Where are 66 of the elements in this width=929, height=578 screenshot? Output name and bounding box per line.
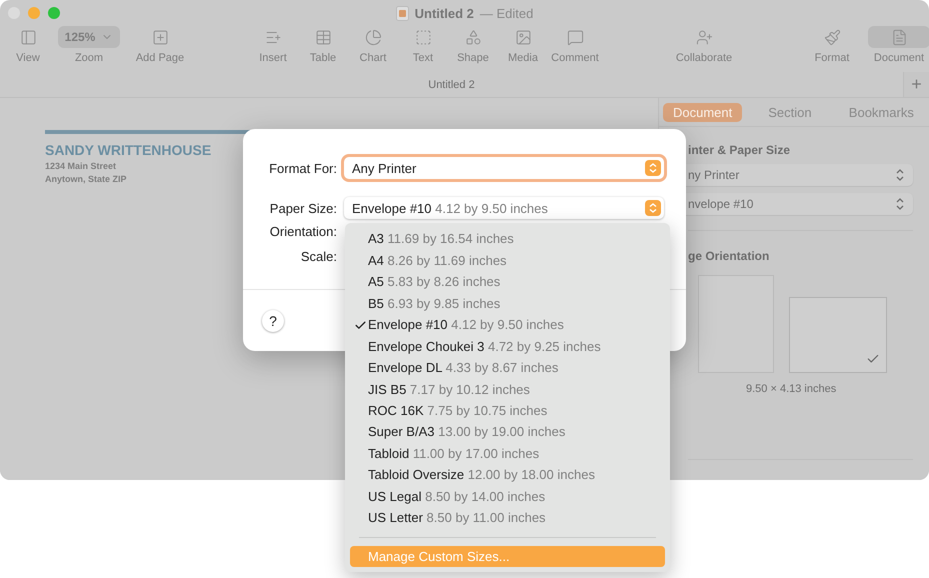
comment-icon — [566, 28, 584, 46]
menu-item[interactable]: Tabloid Oversize 12.00 by 18.00 inches — [350, 464, 665, 486]
menu-item[interactable]: Tabloid 11.00 by 17.00 inches — [350, 442, 665, 464]
address-line: 1234 Main Street — [45, 161, 116, 171]
stepper-icon — [895, 168, 905, 182]
toolbar-button[interactable]: Collaborate — [669, 26, 739, 64]
menu-item[interactable]: Envelope Choukei 3 4.72 by 9.25 inches — [350, 335, 665, 357]
sidebar-tab[interactable]: Bookmarks — [838, 103, 925, 122]
menu-item[interactable]: A4 8.26 by 11.69 inches — [350, 249, 665, 271]
landscape-option[interactable] — [789, 297, 887, 373]
format-for-select[interactable]: Any Printer — [344, 157, 664, 179]
menu-item[interactable]: Super B/A3 13.00 by 19.00 inches — [350, 421, 665, 443]
window-title: Untitled 2 — [414, 6, 474, 20]
file-tab[interactable]: Untitled 2 — [0, 72, 903, 97]
stepper-icon — [895, 197, 905, 211]
image-icon — [514, 28, 532, 46]
menu-item[interactable]: US Legal 8.50 by 14.00 inches — [350, 486, 665, 508]
toolbar-button[interactable]: Insert — [249, 26, 297, 64]
text-box-icon — [414, 28, 432, 46]
sidebar-icon — [20, 28, 36, 46]
menu-item[interactable]: B5 6.93 by 9.85 inches — [350, 292, 665, 314]
document-icon — [890, 28, 908, 46]
toolbar-button[interactable]: Chart — [349, 26, 397, 64]
sidebar-tab[interactable]: Document — [663, 103, 742, 122]
menu-item[interactable]: ROC 16K 7.75 by 10.75 inches — [350, 400, 665, 422]
sender-name: SANDY WRITTENHOUSE — [45, 142, 212, 158]
toolbar-button[interactable]: Format — [808, 26, 856, 64]
field-label: Paper Size: — [270, 200, 337, 216]
toolbar-button[interactable]: Media — [499, 26, 547, 64]
toolbar-button[interactable]: Text — [399, 26, 447, 64]
menu-item[interactable]: A3 11.69 by 16.54 inches — [350, 228, 665, 250]
plus-square-icon — [152, 28, 168, 46]
add-tab-button[interactable]: + — [903, 72, 929, 97]
zoom-icon[interactable] — [48, 7, 60, 19]
field-label: Scale: — [300, 249, 337, 264]
menu-item[interactable]: Envelope #10 4.12 by 9.50 inches — [350, 314, 665, 336]
menu-item[interactable]: Manage Custom Sizes... — [350, 546, 665, 567]
toolbar-button[interactable]: View — [8, 26, 48, 64]
section-heading: inter & Paper Size — [688, 143, 792, 157]
menu-item[interactable]: Envelope DL 4.33 by 8.67 inches — [350, 356, 665, 378]
sidebar-tab[interactable]: Section — [746, 103, 834, 122]
menu-item[interactable]: A5 5.83 by 8.26 inches — [350, 270, 665, 292]
stepper-icon — [645, 160, 661, 176]
toolbar-button[interactable]: Comment — [549, 26, 601, 64]
stepper-icon — [645, 200, 661, 216]
shapes-icon — [464, 28, 482, 46]
field-label: Format For: — [269, 160, 337, 176]
table-icon — [314, 28, 332, 46]
help-button[interactable]: ? — [262, 310, 284, 332]
person-plus-icon — [696, 28, 712, 46]
menu-item[interactable]: US Letter 8.50 by 11.00 inches — [350, 507, 665, 529]
field-label: Orientation: — [270, 224, 337, 239]
pie-chart-icon — [364, 28, 382, 46]
page-dimensions: 9.50 × 4.13 inches — [745, 383, 838, 395]
section-heading: ge Orientation — [688, 249, 770, 263]
address-line: Anytown, State ZIP — [45, 174, 127, 184]
paintbrush-icon — [824, 28, 840, 46]
portrait-option[interactable] — [698, 275, 774, 373]
toolbar-button[interactable]: Table — [299, 26, 347, 64]
toolbar-button[interactable]: Add Page — [130, 26, 190, 64]
document-icon — [396, 6, 409, 20]
edited-status: — Edited — [480, 6, 534, 20]
minimize-icon[interactable] — [28, 7, 40, 19]
paper-size-select[interactable]: Envelope #10 4.12 by 9.50 inches — [344, 197, 664, 219]
menu-item[interactable]: JIS B5 7.17 by 10.12 inches — [350, 378, 665, 400]
toolbar-button[interactable]: Shape — [449, 26, 497, 64]
